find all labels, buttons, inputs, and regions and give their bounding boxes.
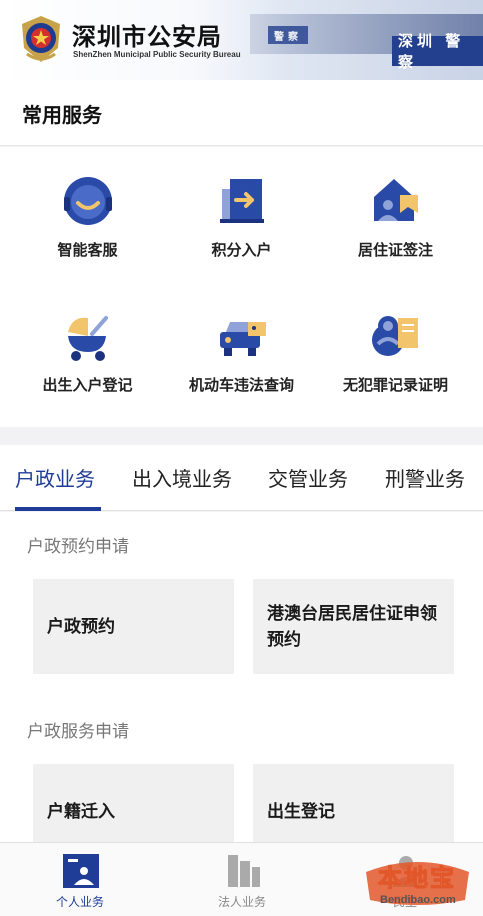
nav-label: 法人业务	[217, 895, 266, 909]
service-birth-registration[interactable]: 出生入户登记	[7, 290, 168, 420]
residence-permit-icon	[374, 179, 418, 221]
header-banner: 警察 深圳 警察 深圳市公安局 ShenZhen Municipal Publi…	[0, 0, 483, 80]
service-smart-customer-service[interactable]: 智能客服	[7, 155, 168, 285]
common-services-header: 常用服务	[0, 80, 483, 146]
active-tab-indicator	[15, 507, 101, 511]
card-label: 港澳台居民居住证申领预约	[267, 603, 437, 650]
watermark-text: 本地宝	[378, 864, 456, 893]
service-label: 积分入户	[211, 241, 272, 259]
card-birth-registration[interactable]: 出生登记	[253, 764, 454, 842]
card-label: 出生登记	[267, 801, 335, 822]
building-icon	[228, 855, 260, 887]
service-no-criminal-record[interactable]: 无犯罪记录证明	[315, 290, 476, 420]
common-services-title: 常用服务	[22, 103, 102, 127]
app-subtitle: ShenZhen Municipal Public Security Burea…	[73, 50, 241, 59]
section-title: 户政预约申请	[27, 537, 129, 557]
watermark-subtext: Bendibao.com	[380, 894, 456, 906]
card-label: 户政预约	[47, 616, 115, 637]
card-household-move-in[interactable]: 户籍迁入	[33, 764, 234, 842]
vehicle-violation-icon	[220, 322, 266, 356]
customer-service-icon	[64, 177, 112, 225]
nav-label: 个人业务	[55, 895, 104, 909]
birth-registration-icon	[68, 316, 108, 361]
card-label: 户籍迁入	[47, 801, 115, 822]
banner-sign-small: 警察	[268, 26, 308, 44]
service-label: 机动车违法查询	[188, 376, 294, 394]
tab-household[interactable]: 户政业务	[15, 463, 95, 492]
service-label: 出生入户登记	[42, 376, 133, 394]
nav-corporate[interactable]: 法人业务	[182, 843, 302, 916]
common-services-grid: 智能客服 积分入户 居住证签注 出生入户登记 机动车违法查询 无犯罪记录证明	[0, 147, 483, 427]
card-household-appointment[interactable]: 户政预约	[33, 579, 234, 674]
tab-entry-exit[interactable]: 出入境业务	[132, 463, 232, 492]
points-household-icon	[220, 179, 264, 223]
tab-content: 户政预约申请 户政预约 港澳台居民居住证申领预约 户政服务申请 户籍迁入 出生登…	[0, 512, 483, 842]
app-title: 深圳市公安局	[72, 23, 222, 51]
business-tabs: 户政业务 出入境业务 交管业务 刑警业务	[0, 445, 483, 511]
nav-personal[interactable]: 个人业务	[20, 843, 140, 916]
service-points-household[interactable]: 积分入户	[161, 155, 322, 285]
service-label: 无犯罪记录证明	[342, 376, 448, 394]
section-title: 户政服务申请	[27, 722, 129, 742]
service-residence-permit[interactable]: 居住证签注	[315, 155, 476, 285]
no-criminal-record-icon	[372, 316, 418, 356]
police-badge-icon	[22, 16, 60, 62]
tab-criminal[interactable]: 刑警业务	[385, 463, 465, 492]
card-residence-permit-appointment[interactable]: 港澳台居民居住证申领预约	[253, 579, 454, 674]
service-label: 居住证签注	[357, 241, 433, 259]
tab-traffic[interactable]: 交管业务	[268, 463, 348, 492]
service-vehicle-violation[interactable]: 机动车违法查询	[161, 290, 322, 420]
personal-business-icon	[63, 854, 99, 888]
banner-sign: 深圳 警察	[392, 32, 483, 71]
service-label: 智能客服	[57, 241, 118, 259]
